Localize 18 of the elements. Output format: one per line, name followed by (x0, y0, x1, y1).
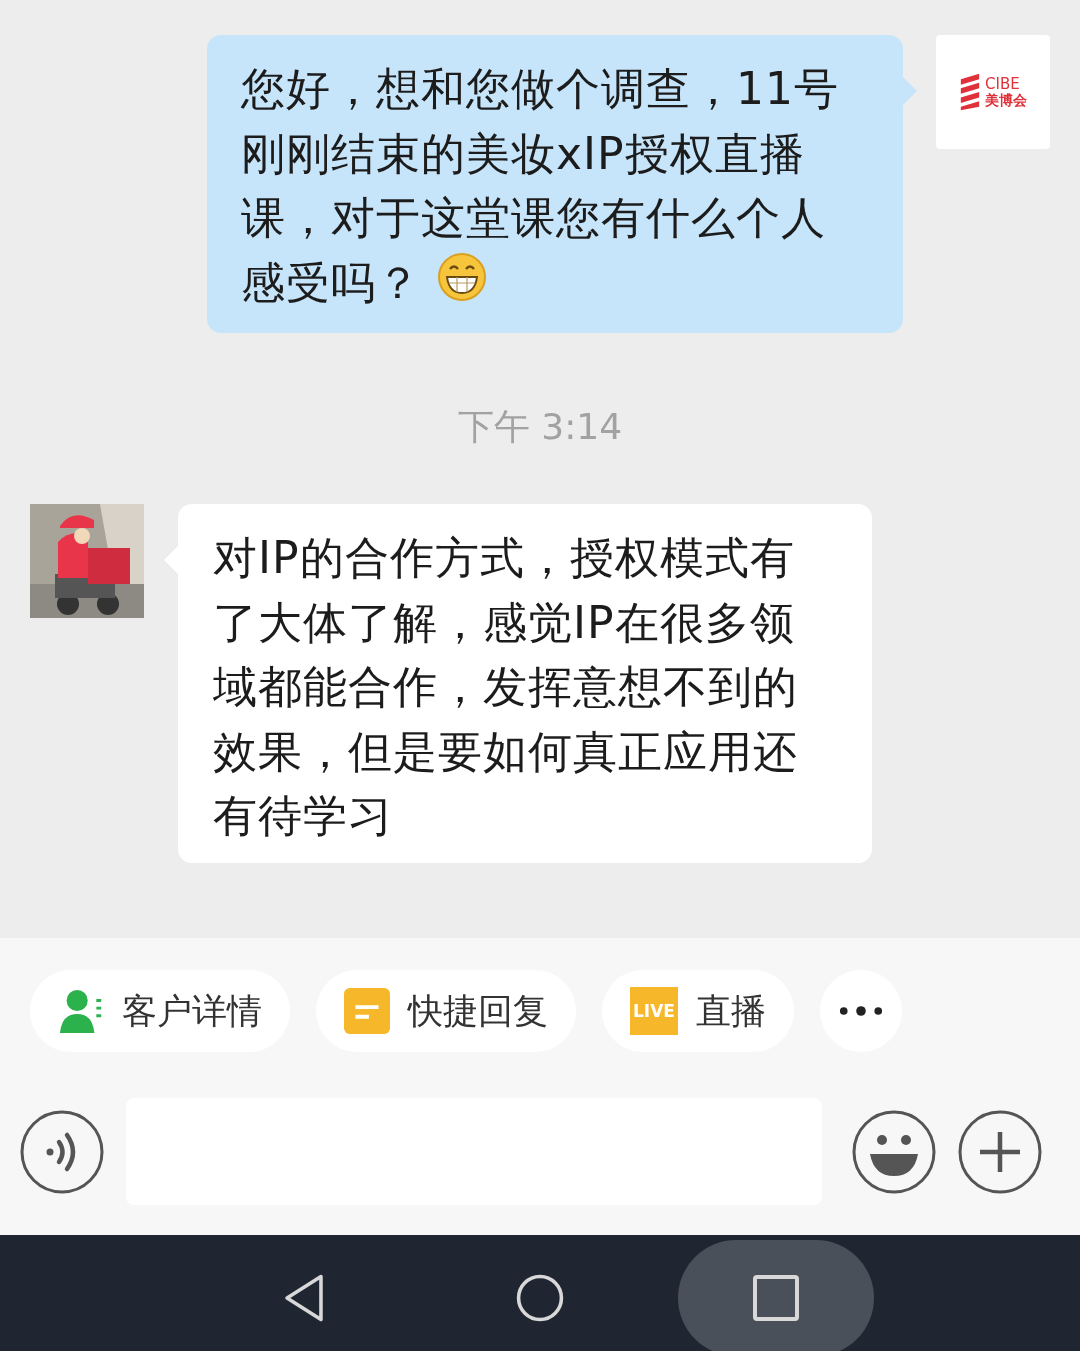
more-icon (838, 1005, 884, 1017)
avatar[interactable]: CIBE 美博会 (936, 35, 1050, 149)
add-icon[interactable] (958, 1109, 1042, 1194)
quick-action-button[interactable]: 客户详情 (30, 970, 290, 1052)
logo-text: 美博会 (985, 92, 1027, 108)
voice-icon[interactable] (20, 1109, 104, 1194)
timestamp: 下午 3:14 (457, 405, 623, 449)
emoji-icon[interactable] (852, 1109, 936, 1194)
bubble-tail (903, 77, 917, 105)
quick-action-button[interactable]: 快捷回复 (316, 970, 576, 1052)
note-icon (344, 987, 390, 1035)
home-icon (515, 1273, 565, 1323)
logo-icon (959, 73, 981, 111)
square-icon (751, 1273, 801, 1323)
live-badge: LIVE (630, 987, 678, 1035)
person-icon (58, 987, 104, 1035)
quick-action-button[interactable]: LIVE 直播 (602, 970, 794, 1052)
logo-text: CIBE (985, 76, 1021, 93)
